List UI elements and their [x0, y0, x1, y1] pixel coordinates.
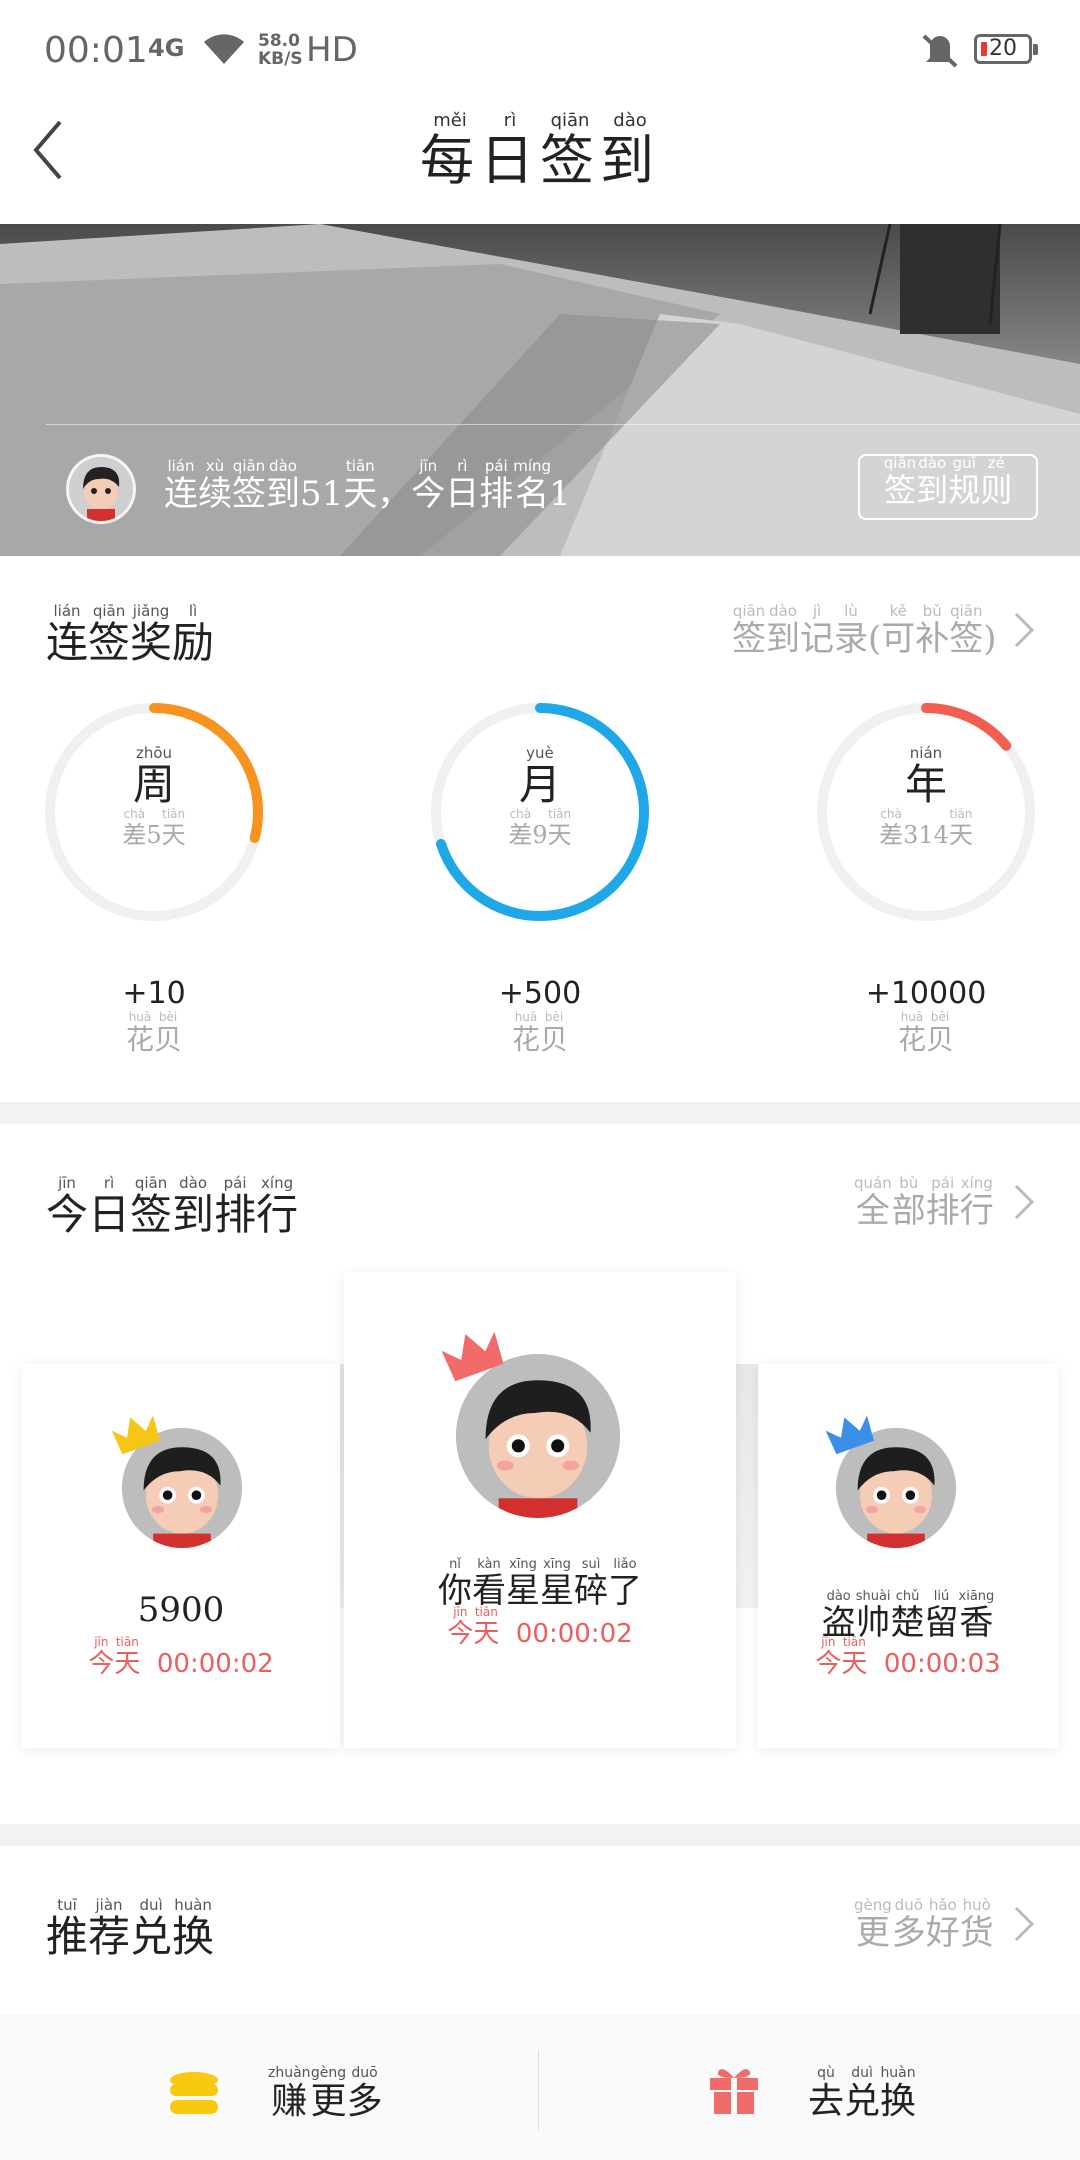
ring-label: 月yuè [518, 744, 561, 809]
card-shade [736, 1364, 758, 1608]
chevron-right-icon[interactable] [1012, 1182, 1036, 1231]
rank-username: 5900 [137, 1590, 225, 1630]
ranking-section-title: 今jīn日rì签qiān到dào排pái行xíng [46, 1174, 299, 1239]
banner-divider [46, 424, 1080, 425]
battery-icon: 20 [974, 34, 1038, 64]
all-rankings-link[interactable]: 全quán部bù排pái行xíng [854, 1174, 994, 1232]
recommend-section-title: 推tuī荐jiàn兑duì换huàn [46, 1896, 215, 1961]
reward-points: +10 花huā贝bèi [38, 976, 270, 1058]
bottom-action-bar: 赚zhuàn更gèng多duō 去qù兑duì换huàn [0, 2014, 1080, 2160]
user-avatar[interactable] [66, 454, 136, 524]
wifi-icon [202, 30, 246, 70]
earn-more-button[interactable]: 赚zhuàn更gèng多duō [268, 2065, 383, 2124]
section-divider [0, 1102, 1080, 1124]
sign-in-time: 今jīn天tiān 00:00:02 [447, 1605, 633, 1649]
sign-in-records-link[interactable]: 签qiān到dào记jì录lù(可kě补bǔ签qiān) [732, 602, 997, 660]
reward-points: +500 花huā贝bèi [424, 976, 656, 1058]
network-speed: 58.0 KB/S [258, 31, 303, 69]
sign-in-time: 今jīn天tiān 00:00:02 [88, 1635, 274, 1679]
days-remaining: 差chà314天tiān [879, 807, 973, 849]
coins-icon [168, 2070, 220, 2122]
status-bar: 00:01 4G 58.0 KB/S HD 20 [0, 0, 1080, 100]
hd-indicator: HD [306, 30, 358, 70]
reward-points: +10000 花huā贝bèi [810, 976, 1042, 1058]
points-value: +10 [122, 976, 186, 1011]
bottom-divider [538, 2050, 539, 2130]
ring-label: 年nián [904, 744, 947, 809]
points-unit: 花huā贝bèi [511, 1010, 569, 1056]
sign-in-rules-button[interactable]: 签qiān到dào规guī则zé [858, 454, 1038, 520]
streak-text: 连lián续xù签qiān到dào51天tiān，今jīn日rì排pái名mín… [164, 457, 571, 514]
section-divider [0, 1824, 1080, 1846]
days-remaining: 差chà5天tiān [122, 807, 186, 849]
sign-in-time: 今jīn天tiān 00:00:03 [815, 1635, 1001, 1679]
points-unit: 花huā贝bèi [897, 1010, 955, 1056]
chevron-right-icon[interactable] [1012, 610, 1036, 659]
crown-icon [111, 1408, 162, 1462]
ring-label: 周zhōu [132, 744, 175, 809]
rewards-section-title: 连lián签qiān奖jiǎng励lì [46, 602, 215, 667]
gift-icon [708, 2064, 760, 2120]
network-indicator: 4G [148, 34, 185, 62]
reward-ring-1: 月yuè 差chà9天tiān [424, 696, 656, 928]
points-value: +500 [498, 976, 582, 1011]
rank-card-3[interactable] [758, 1364, 1058, 1748]
points-value: +10000 [865, 976, 987, 1011]
vibrate-mute-icon [918, 32, 962, 72]
reward-ring-0: 周zhōu 差chà5天tiān [38, 696, 270, 928]
page-title: 每měi日rì签qiān到dào [420, 110, 660, 192]
crown-icon [825, 1408, 876, 1462]
rank-username: 你nǐ看kàn星xīng星xīng碎suì了liǎo [438, 1557, 642, 1611]
chevron-right-icon[interactable] [1012, 1904, 1036, 1953]
reward-ring-2: 年nián 差chà314天tiān [810, 696, 1042, 928]
more-goods-link[interactable]: 更gèng多duō好hǎo货huò [854, 1896, 994, 1954]
rank-card-2[interactable] [22, 1364, 340, 1748]
days-remaining: 差chà9天tiān [508, 807, 572, 849]
crown-icon [441, 1322, 506, 1390]
go-exchange-button[interactable]: 去qù兑duì换huàn [808, 2065, 916, 2124]
status-time: 00:01 [44, 30, 148, 71]
points-unit: 花huā贝bèi [125, 1010, 183, 1056]
banner: 连lián续xù签qiān到dào51天tiān，今jīn日rì排pái名mín… [0, 224, 1080, 556]
